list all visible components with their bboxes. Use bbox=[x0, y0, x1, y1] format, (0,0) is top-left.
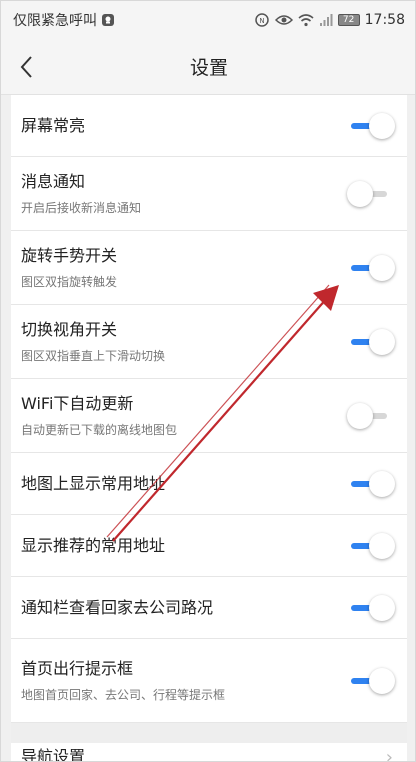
settings-list: 屏幕常亮 消息通知 开启后接收新消息通知 旋转手势开关 图区双指旋转触发 切换视… bbox=[11, 95, 407, 723]
setting-text: 显示推荐的常用地址 bbox=[21, 536, 165, 556]
setting-text: 通知栏查看回家去公司路况 bbox=[21, 598, 213, 618]
status-left: 仅限紧急呼叫 bbox=[13, 10, 115, 30]
toggle-switch[interactable] bbox=[347, 254, 395, 281]
toggle-switch[interactable] bbox=[347, 402, 395, 429]
chevron-right-icon: › bbox=[385, 747, 393, 762]
setting-title: 首页出行提示框 bbox=[21, 658, 134, 678]
toggle-switch[interactable] bbox=[347, 594, 395, 621]
setting-row-rotate-gesture[interactable]: 旋转手势开关 图区双指旋转触发 bbox=[11, 231, 407, 305]
setting-subtitle: 开启后接收新消息通知 bbox=[21, 200, 142, 215]
title-bar: 设置 bbox=[1, 39, 415, 95]
status-bar: 仅限紧急呼叫 N 72 17:58 bbox=[1, 1, 415, 39]
setting-row-show-common-address[interactable]: 地图上显示常用地址 bbox=[11, 453, 407, 515]
setting-subtitle: 地图首页回家、去公司、行程等提示框 bbox=[21, 687, 226, 702]
setting-row-notification-traffic[interactable]: 通知栏查看回家去公司路况 bbox=[11, 577, 407, 639]
nfc-icon: N bbox=[254, 13, 270, 27]
toggle-switch[interactable] bbox=[347, 180, 395, 207]
setting-text: 地图上显示常用地址 bbox=[21, 474, 165, 494]
svg-text:N: N bbox=[259, 17, 264, 25]
setting-title: 屏幕常亮 bbox=[21, 115, 86, 135]
setting-subtitle: 图区双指垂直上下滑动切换 bbox=[21, 348, 166, 363]
setting-row-home-travel-tips[interactable]: 首页出行提示框 地图首页回家、去公司、行程等提示框 bbox=[11, 639, 407, 723]
setting-title: 切换视角开关 bbox=[21, 319, 118, 339]
setting-title: 旋转手势开关 bbox=[21, 245, 118, 265]
status-right: N 72 17:58 bbox=[254, 12, 405, 28]
navigation-settings-row[interactable]: 导航设置 › bbox=[11, 743, 407, 762]
setting-text: 首页出行提示框 地图首页回家、去公司、行程等提示框 bbox=[21, 659, 225, 703]
toggle-switch[interactable] bbox=[347, 112, 395, 139]
eye-icon bbox=[274, 13, 293, 27]
notification-icon bbox=[101, 13, 115, 27]
chevron-left-icon bbox=[20, 56, 32, 78]
signal-icon bbox=[319, 13, 333, 27]
setting-text: 旋转手势开关 图区双指旋转触发 bbox=[21, 246, 117, 290]
setting-subtitle: 自动更新已下载的离线地图包 bbox=[21, 422, 178, 437]
setting-row-message-notification[interactable]: 消息通知 开启后接收新消息通知 bbox=[11, 157, 407, 231]
section-divider bbox=[11, 723, 407, 743]
carrier-status-text: 仅限紧急呼叫 bbox=[13, 13, 97, 29]
setting-row-screen-on[interactable]: 屏幕常亮 bbox=[11, 95, 407, 157]
setting-text: WiFi下自动更新 自动更新已下载的离线地图包 bbox=[21, 394, 177, 438]
toggle-switch[interactable] bbox=[347, 470, 395, 497]
setting-title: 地图上显示常用地址 bbox=[21, 473, 166, 493]
setting-title: 显示推荐的常用地址 bbox=[21, 535, 166, 555]
page-title: 设置 bbox=[189, 57, 228, 79]
setting-title: 消息通知 bbox=[21, 171, 86, 191]
toggle-switch[interactable] bbox=[347, 328, 395, 355]
setting-row-switch-view[interactable]: 切换视角开关 图区双指垂直上下滑动切换 bbox=[11, 305, 407, 379]
battery-icon: 72 bbox=[337, 14, 360, 26]
wifi-icon bbox=[298, 13, 314, 27]
setting-row-show-recommended-address[interactable]: 显示推荐的常用地址 bbox=[11, 515, 407, 577]
back-button[interactable] bbox=[11, 51, 43, 83]
setting-text: 切换视角开关 图区双指垂直上下滑动切换 bbox=[21, 320, 165, 364]
setting-row-wifi-auto-update[interactable]: WiFi下自动更新 自动更新已下载的离线地图包 bbox=[11, 379, 407, 453]
setting-text: 屏幕常亮 bbox=[21, 116, 85, 136]
phone-screen: 仅限紧急呼叫 N 72 17:58 设置 屏幕常亮 消息通知 开启后接收新消息通… bbox=[0, 0, 416, 762]
setting-title: 通知栏查看回家去公司路况 bbox=[21, 597, 214, 617]
status-time: 17:58 bbox=[364, 12, 405, 28]
setting-text: 消息通知 开启后接收新消息通知 bbox=[21, 172, 141, 216]
toggle-switch[interactable] bbox=[347, 667, 395, 694]
setting-title: WiFi下自动更新 bbox=[21, 393, 134, 413]
toggle-switch[interactable] bbox=[347, 532, 395, 559]
setting-title: 导航设置 bbox=[21, 747, 86, 762]
setting-subtitle: 图区双指旋转触发 bbox=[21, 274, 118, 289]
